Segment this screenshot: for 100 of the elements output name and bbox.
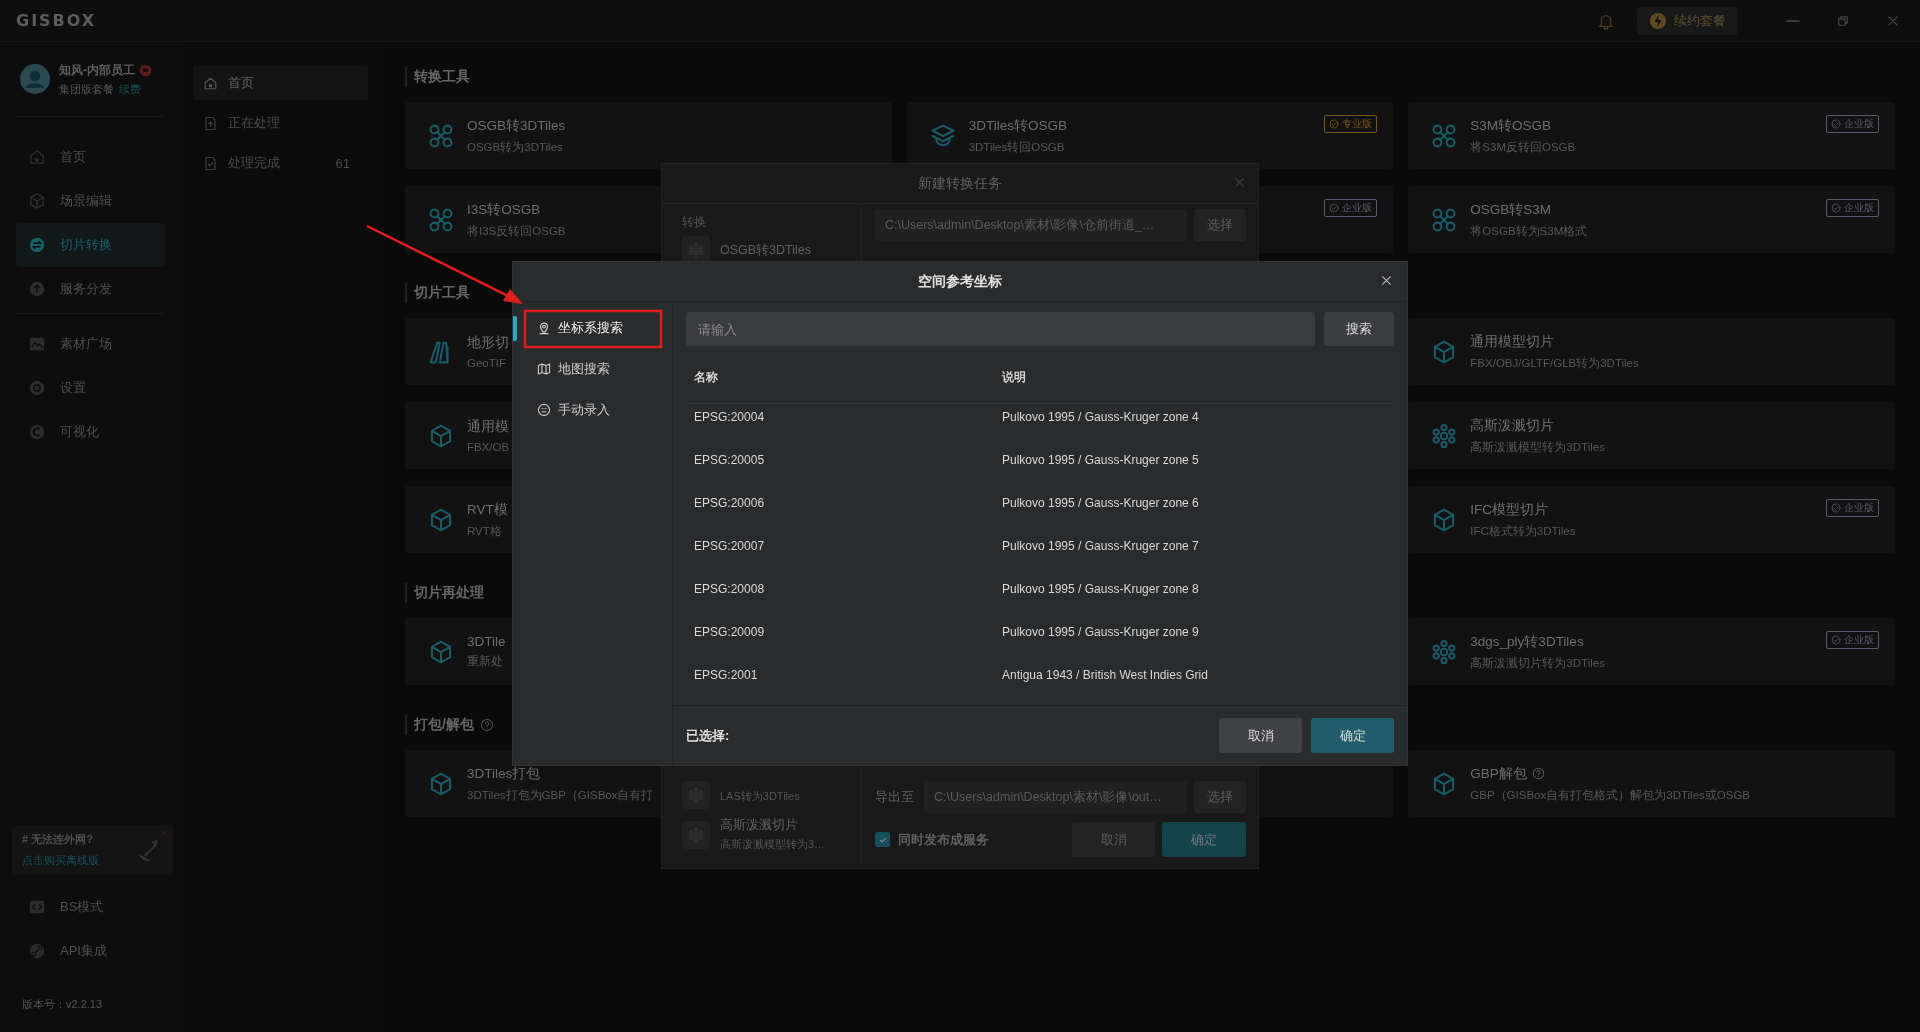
tool-card[interactable]: IFC模型切片 IFC格式转为3DTiles 企业版 <box>1408 486 1895 553</box>
sidebar-tab[interactable]: 地图搜索 <box>525 353 662 385</box>
tool-card[interactable]: OSGB转3DTiles OSGB转为3DTiles <box>405 102 892 169</box>
card-subtitle: FBX/OBJ/GLTF/GLB转为3DTiles <box>1470 355 1639 371</box>
renew-link[interactable]: 续费 <box>119 81 141 97</box>
card-title: 高斯泼溅切片 <box>1470 416 1555 435</box>
card-subtitle: 3DTiles打包为GBP（GISBox自有打 <box>467 787 654 803</box>
table-cell-text: EPSG:20009 <box>694 624 766 641</box>
dialog-title: 新建转换任务 <box>918 174 1002 193</box>
renew-plan-button[interactable]: 续约套餐 <box>1637 6 1738 35</box>
subnav-item[interactable]: 处理完成 61 <box>193 146 368 180</box>
confirm-button[interactable]: 确定 <box>1162 822 1246 857</box>
card-subtitle: 重新处 <box>467 654 504 669</box>
table-cell-text: Pulkovo 1995 / Gauss-Kruger zone 7 <box>1002 538 1200 555</box>
tool-card[interactable]: 高斯泼溅切片 高斯泼溅模型转为3DTiles <box>1408 402 1895 469</box>
card-title: S3M转OSGB <box>1470 116 1552 135</box>
card-subtitle: GBP（GISBox自有打包格式）解包为3DTiles或OSGB <box>1470 787 1751 803</box>
nav-item[interactable]: 场景编辑 <box>16 179 165 223</box>
section-title: 切片工具 <box>414 284 470 302</box>
card-title: 通用模型切片 <box>1470 332 1555 351</box>
card-title: 3DTiles转OSGB <box>968 116 1067 135</box>
nav-item[interactable]: 切片转换 <box>16 223 165 267</box>
table-cell-text: EPSG:20004 <box>694 409 766 426</box>
table-cell-text: Pulkovo 1995 / Gauss-Kruger zone 9 <box>1002 624 1200 641</box>
card-title: 3DTiles打包 <box>467 764 541 783</box>
dialog-title: 空间参考坐标 <box>918 272 1002 291</box>
section-title: 转换工具 <box>414 68 470 86</box>
badge-label: 企业版 <box>1844 633 1874 647</box>
subnav-item[interactable]: 正在处理 <box>193 106 368 140</box>
section-title: 打包/解包 <box>414 716 474 734</box>
section-title: 切片再处理 <box>414 584 484 602</box>
table-cell-text: Pulkovo 1995 / Gauss-Kruger zone 8 <box>1002 581 1200 598</box>
column-header: 说明 <box>1002 370 1027 385</box>
nav-item[interactable]: 可视化 <box>16 410 165 454</box>
card-subtitle: 3DTiles转回OSGB <box>968 139 1066 155</box>
tool-card[interactable]: 3DTiles转OSGB 3DTiles转回OSGB 专业版 <box>906 102 1394 169</box>
card-title: OSGB转3DTiles <box>467 116 566 135</box>
subnav-label: 处理完成 <box>228 154 280 172</box>
selected-label: 已选择: <box>686 726 730 745</box>
table-cell-text: Pulkovo 1995 / Gauss-Kruger zone 4 <box>1002 409 1200 426</box>
card-title: I3S转OSGB <box>467 200 541 219</box>
card-subtitle: 将OSGB转为S3M格式 <box>1470 223 1588 239</box>
badge-label: 专业版 <box>1342 117 1373 131</box>
column-header: 名称 <box>694 370 719 385</box>
card-subtitle: 将I3S反转回OSGB <box>467 223 566 239</box>
card-title: OSGB转S3M <box>1470 200 1552 219</box>
card-subtitle: 将S3M反转回OSGB <box>1470 139 1576 155</box>
table-cell-text: EPSG:20007 <box>694 538 766 555</box>
card-subtitle: RVT格 <box>467 523 503 539</box>
confirm-button[interactable]: 确定 <box>1311 718 1394 753</box>
card-subtitle: FBX/OB <box>467 441 510 453</box>
table-cell-text: Pulkovo 1995 / Gauss-Kruger zone 5 <box>1002 452 1200 469</box>
promo-title: # 无法连外网? <box>22 832 94 847</box>
sidebar-tab[interactable]: 坐标系搜索 <box>525 312 662 344</box>
nav-item[interactable]: 首页 <box>16 135 165 179</box>
nav-item[interactable]: 素材广场 <box>16 322 165 366</box>
card-title: IFC模型切片 <box>1470 500 1549 519</box>
badge-label: 企业版 <box>1342 201 1373 215</box>
nav-item[interactable]: API集成 <box>16 929 165 973</box>
subnav-label: 首页 <box>228 74 254 92</box>
checkbox-label: 同时发布成服务 <box>898 830 989 849</box>
card-subtitle: GeoTIF <box>467 357 507 369</box>
card-title: RVT模 <box>467 500 508 519</box>
export-label: 导出至 <box>875 788 914 806</box>
tool-card[interactable]: GBP解包 GBP（GISBox自有打包格式）解包为3DTiles或OSGB <box>1408 750 1895 817</box>
user-name: 知风-内部员工 <box>59 61 135 79</box>
card-subtitle: OSGB转为3DTiles <box>467 139 564 155</box>
app-logo: GISBOX <box>16 11 97 30</box>
card-subtitle: 高斯泼溅模型转为3DTiles <box>1470 439 1605 455</box>
card-title: 3dgs_ply转3DTiles <box>1470 632 1584 651</box>
badge-label: 企业版 <box>1844 117 1874 131</box>
table-cell-text: Pulkovo 1995 / Gauss-Kruger zone 6 <box>1002 495 1200 512</box>
search-button[interactable]: 搜索 <box>1324 312 1394 346</box>
badge-label: 企业版 <box>1844 201 1874 215</box>
search-field[interactable]: 请输入 <box>686 312 1315 346</box>
nav-item[interactable]: BS模式 <box>16 885 165 929</box>
subnav-label: 正在处理 <box>228 114 280 132</box>
card-title: 通用模 <box>467 418 509 436</box>
table-cell-text: EPSG:2001 <box>694 667 759 684</box>
buy-offline-link[interactable]: 点击购买离线版 <box>22 853 99 868</box>
card-title: GBP解包 <box>1470 764 1527 783</box>
cancel-button[interactable]: 取消 <box>1219 718 1302 753</box>
table-cell-text: EPSG:20008 <box>694 581 766 598</box>
badge-label: 企业版 <box>1844 501 1874 515</box>
item-count: 61 <box>335 155 350 171</box>
tool-card[interactable]: 3dgs_ply转3DTiles 高斯泼溅切片转为3DTiles 企业版 <box>1408 618 1895 685</box>
table-cell-text: EPSG:20005 <box>694 452 766 469</box>
tool-card[interactable]: S3M转OSGB 将S3M反转回OSGB 企业版 <box>1408 102 1895 169</box>
nav-item[interactable]: 设置 <box>16 366 165 410</box>
nav-item[interactable]: 服务分发 <box>16 267 165 311</box>
card-title: 地形切 <box>467 334 509 352</box>
table-cell-text: EPSG:20006 <box>694 495 766 512</box>
subnav-item[interactable]: 首页 <box>193 66 368 100</box>
sidebar-tab[interactable]: 手动录入 <box>525 394 662 426</box>
tool-card[interactable]: OSGB转S3M 将OSGB转为S3M格式 企业版 <box>1408 186 1895 253</box>
tool-card[interactable]: 通用模型切片 FBX/OBJ/GLTF/GLB转为3DTiles <box>1408 318 1895 385</box>
task-type-title: 高斯泼溅切片 <box>720 817 799 834</box>
plan-name: 集团版套餐 <box>59 81 114 97</box>
table-cell-text: Antigua 1943 / British West Indies Grid <box>1002 667 1209 684</box>
card-subtitle: 高斯泼溅切片转为3DTiles <box>1470 655 1605 671</box>
